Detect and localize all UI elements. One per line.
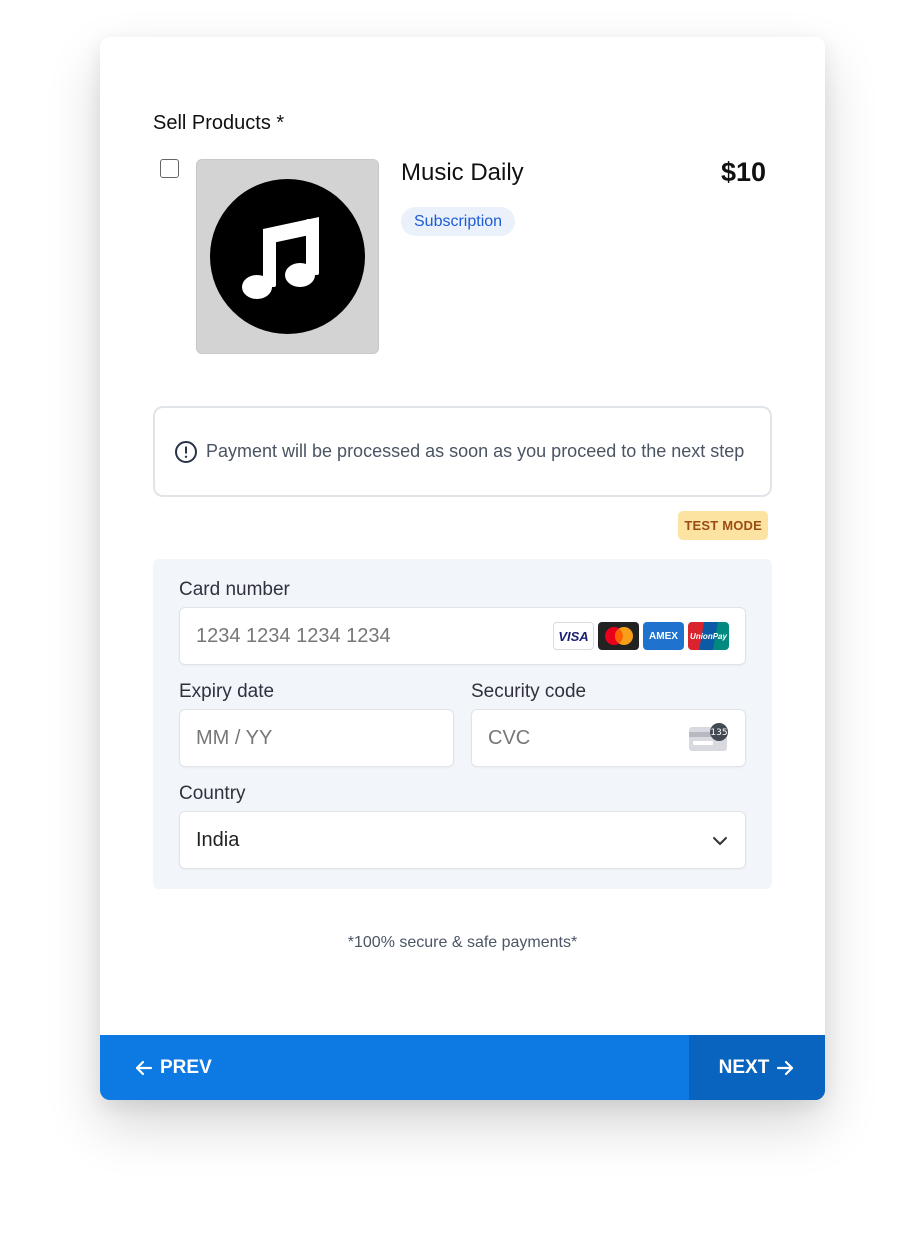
expiry-input[interactable]: MM / YY [179,709,454,767]
notice-text: Payment will be processed as soon as you… [206,441,745,461]
product-checkbox[interactable] [160,159,179,178]
section-label: Sell Products * [153,112,285,134]
next-button[interactable]: NEXT [689,1035,825,1100]
product-name: Music Daily [401,159,524,186]
card-number-placeholder: 1234 1234 1234 1234 [196,624,391,647]
chevron-down-icon [711,832,729,856]
navigation-bar: PREV NEXT [100,1035,825,1100]
country-value: India [196,828,240,851]
mastercard-icon [598,622,639,650]
product-image [196,159,379,354]
amex-icon: AMEX [643,622,684,650]
cvc-placeholder: CVC [488,726,531,749]
visa-icon: VISA [553,622,594,650]
prev-label: PREV [160,1056,212,1078]
cvc-hint-number: 135 [710,728,727,738]
security-code-label: Security code [471,681,587,702]
card-number-input[interactable]: 1234 1234 1234 1234 VISA AMEX UnionPay [179,607,746,665]
expiry-placeholder: MM / YY [196,726,273,749]
music-note-icon [210,179,365,334]
test-mode-badge: TEST MODE [678,511,768,540]
arrow-right-icon [777,1060,794,1075]
card-brands: VISA AMEX UnionPay [553,622,729,650]
checkout-card: Sell Products * Music Daily $10 Subscrip… [100,37,825,1100]
country-select[interactable]: India [179,811,746,869]
country-label: Country [179,783,246,804]
unionpay-icon: UnionPay [688,622,729,650]
arrow-left-icon [135,1060,153,1075]
next-label: NEXT [718,1056,770,1078]
info-circle-icon [174,440,198,464]
payment-notice: Payment will be processed as soon as you… [153,406,772,497]
product-price: $10 [720,157,766,187]
security-code-input[interactable]: CVC 135 [471,709,746,767]
prev-button[interactable]: PREV [134,1035,212,1100]
subscription-badge: Subscription [401,207,516,236]
card-number-label: Card number [179,579,290,600]
expiry-label: Expiry date [179,681,275,702]
payment-form: Card number 1234 1234 1234 1234 VISA AME… [153,559,772,889]
cvc-card-icon: 135 [689,723,729,759]
secure-payments-note: *100% secure & safe payments* [347,934,578,951]
